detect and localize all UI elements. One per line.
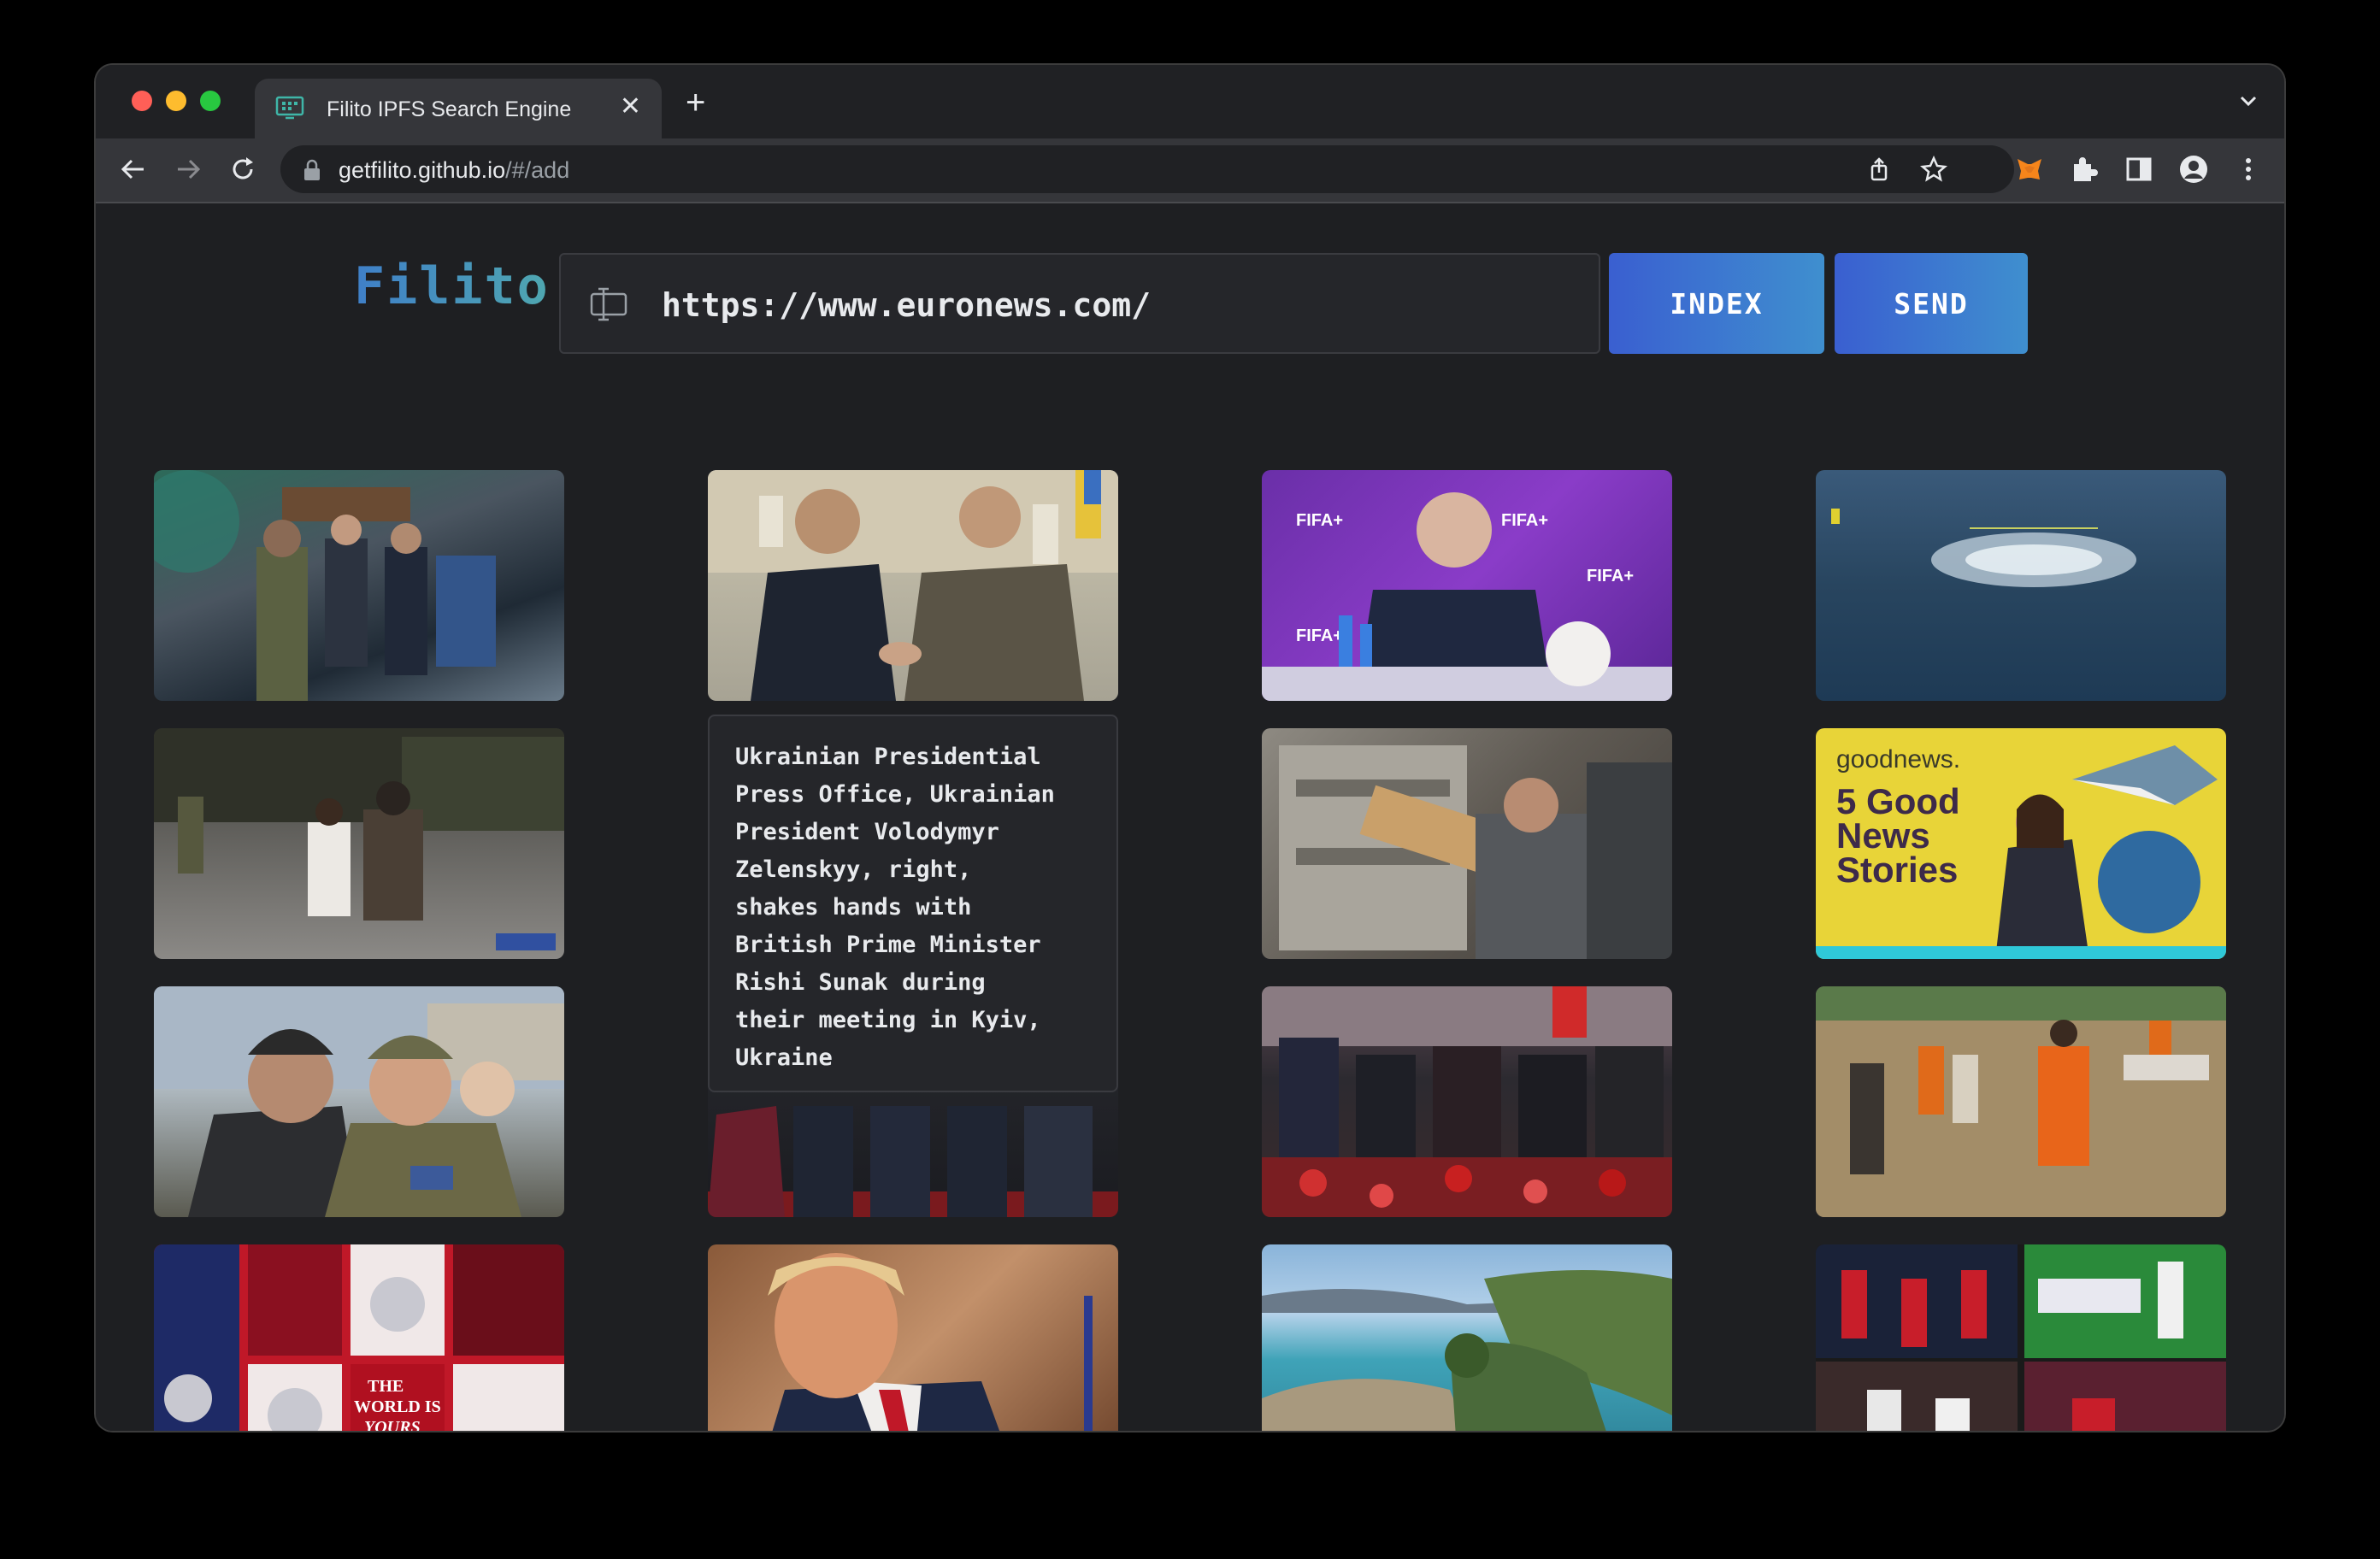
minimize-window-button[interactable] [166,91,186,111]
goodnews-brand-text: goodnews. [1836,745,1960,774]
memorial-flowers-photo[interactable] [1262,986,1672,1217]
svg-text:WORLD IS: WORLD IS [354,1397,441,1416]
sea-gas-leak-photo[interactable] [1816,470,2226,701]
send-button[interactable]: SEND [1835,253,2028,354]
maximize-window-button[interactable] [200,91,221,111]
tab-close-icon[interactable]: ✕ [620,94,641,120]
tab-search-chevron-icon[interactable] [2236,89,2260,113]
search-box[interactable] [559,253,1600,354]
title-bar: Filito IPFS Search Engine ✕ + [96,65,2284,138]
soldier-embrace-photo[interactable] [154,986,564,1217]
share-icon[interactable] [1865,156,1893,183]
profile-avatar-icon[interactable] [2178,154,2209,185]
bakery-oven-photo[interactable] [1262,728,1672,959]
new-tab-button[interactable]: + [686,85,705,120]
url-host: getfilito.github.io [339,157,506,183]
svg-text:Stories: Stories [1836,850,1958,890]
url-text[interactable]: getfilito.github.io/#/add [339,157,569,184]
browser-window: Filito IPFS Search Engine ✕ + getfilito.… [96,65,2284,1431]
page-content: Filito INDEX SEND [96,203,2284,1431]
close-window-button[interactable] [132,91,152,111]
funeral-procession-photo[interactable] [154,470,564,701]
favicon-icon [275,96,304,120]
svg-text:FIFA+: FIFA+ [1296,511,1343,530]
metamask-fox-icon[interactable] [2014,154,2045,185]
trump-portrait-photo[interactable] [708,1244,1118,1431]
url-path: /#/add [505,157,570,183]
svg-text:FIFA+: FIFA+ [1587,567,1634,585]
reload-icon[interactable] [227,154,258,185]
tab-title: Filito IPFS Search Engine [327,97,572,121]
back-arrow-icon[interactable] [118,154,149,185]
forward-arrow-icon[interactable] [173,154,203,185]
svg-text:FIFA+: FIFA+ [1296,627,1343,645]
filito-logo[interactable]: Filito [354,256,550,316]
index-button[interactable]: INDEX [1609,253,1824,354]
flood-rescue-photo[interactable] [1816,986,2226,1217]
svg-text:YOURS: YOURS [364,1418,421,1431]
north-korea-leader-photo[interactable] [154,728,564,959]
url-input[interactable] [660,279,1570,332]
svg-text:THE: THE [368,1377,404,1396]
text-cursor-icon [590,287,627,321]
coastline-photo[interactable] [1262,1244,1672,1431]
browser-tab[interactable]: Filito IPFS Search Engine ✕ [255,79,662,138]
side-panel-icon[interactable] [2124,154,2154,185]
extensions-puzzle-icon[interactable] [2069,154,2100,185]
lock-icon[interactable] [303,159,321,181]
browser-menu-kebab-icon[interactable] [2233,154,2264,185]
bookmark-star-icon[interactable] [1920,156,1947,183]
address-bar[interactable]: getfilito.github.io/#/add [280,145,2014,193]
fifa-press-conference-photo[interactable]: FIFA+ FIFA+ FIFA+ FIFA+ [1262,470,1672,701]
football-match-collage[interactable] [1816,1244,2226,1431]
image-caption-tooltip: Ukrainian Presidential Press Office, Ukr… [708,715,1118,1092]
goodnews-stories-thumbnail[interactable]: goodnews. 5 Good News Stories [1816,728,2226,959]
world-cup-beer-poster[interactable]: THE WORLD IS YOURS TO TAKE [154,1244,564,1431]
svg-text:FIFA+: FIFA+ [1501,511,1548,530]
browser-toolbar: getfilito.github.io/#/add [96,138,2284,203]
sunak-zelenskyy-handshake-photo[interactable] [708,470,1118,701]
